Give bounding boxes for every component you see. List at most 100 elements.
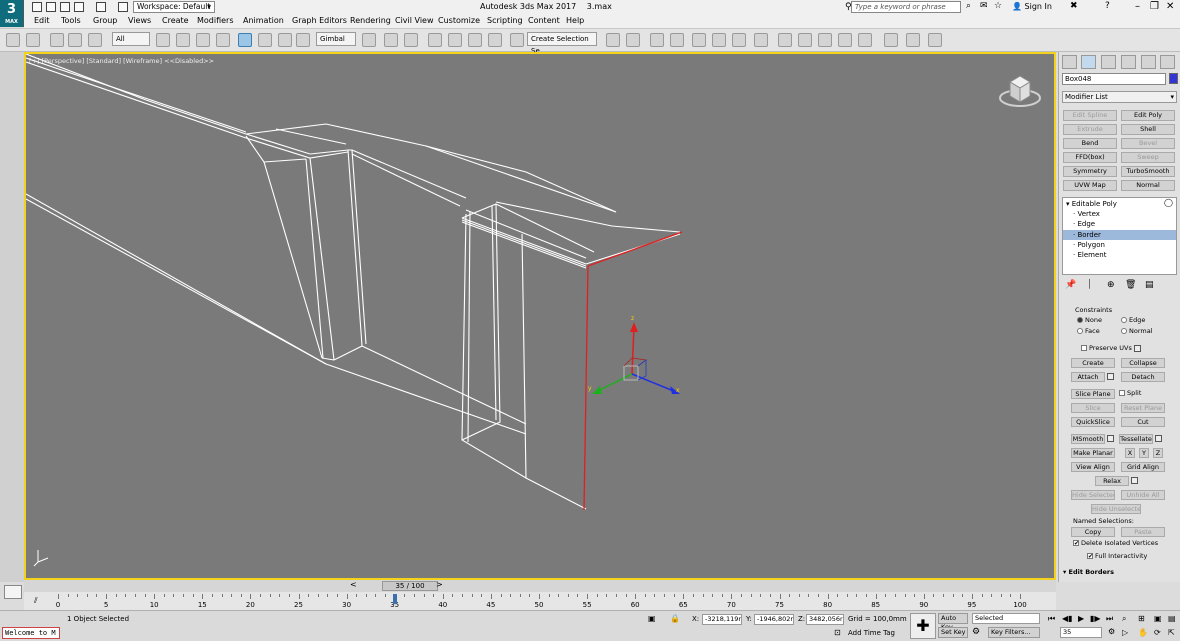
- quickslice-button[interactable]: QuickSlice: [1071, 417, 1115, 427]
- named-selection-dropdown[interactable]: Create Selection Se: [527, 32, 597, 55]
- keyboard-shortcut-icon[interactable]: [404, 33, 418, 47]
- uvw-map-button[interactable]: UVW Map: [1063, 180, 1117, 191]
- exchange-icon[interactable]: ✖: [1070, 1, 1078, 11]
- unhide-all-button[interactable]: Unhide All: [1121, 490, 1165, 500]
- graphite-ribbon-icon[interactable]: [692, 33, 706, 47]
- y-coord-field[interactable]: -1946,802r: [754, 614, 794, 625]
- delete-isolated-checkbox[interactable]: ✔ Delete Isolated Vertices: [1073, 539, 1158, 547]
- render-setup-icon[interactable]: [778, 33, 792, 47]
- view-align-button[interactable]: View Align: [1071, 462, 1115, 472]
- hide-unselected-button[interactable]: Hide Unselected: [1091, 504, 1141, 514]
- object-name-field[interactable]: Box048: [1062, 73, 1166, 85]
- normal-button[interactable]: Normal: [1121, 180, 1175, 191]
- auto-key-button[interactable]: Auto Key: [938, 613, 968, 631]
- planar-z-button[interactable]: Z: [1153, 448, 1163, 458]
- select-object-icon[interactable]: [156, 33, 170, 47]
- time-slider-thumb[interactable]: 35 / 100: [382, 581, 438, 591]
- relax-settings-icon[interactable]: [1131, 477, 1138, 484]
- unlink-icon[interactable]: [68, 33, 82, 47]
- move-gizmo[interactable]: z y x: [588, 315, 680, 394]
- selection-region-icon[interactable]: [196, 33, 210, 47]
- edit-spline-button[interactable]: Edit Spline: [1063, 110, 1117, 121]
- prev-frame-arrow-icon[interactable]: <: [350, 580, 357, 589]
- tessellate-button[interactable]: Tessellate: [1119, 434, 1153, 444]
- menu-tools[interactable]: Tools: [61, 16, 81, 25]
- modifier-list-dropdown[interactable]: Modifier List ▾: [1062, 91, 1177, 103]
- configure-sets-icon[interactable]: ▤: [1145, 280, 1154, 290]
- project-folder-icon[interactable]: [118, 2, 128, 12]
- object-color-swatch[interactable]: [1169, 73, 1178, 84]
- select-by-name-icon[interactable]: [176, 33, 190, 47]
- hide-selected-button[interactable]: Hide Selected: [1071, 490, 1115, 500]
- time-tag-icon[interactable]: ⊡: [834, 628, 841, 637]
- perspective-viewport[interactable]: [+] [Perspective] [Standard] [Wireframe]…: [24, 52, 1056, 580]
- save-icon[interactable]: [60, 2, 70, 12]
- mirror-icon[interactable]: [606, 33, 620, 47]
- key-mode-icon[interactable]: ⚙: [972, 627, 980, 637]
- zoom-icon[interactable]: ⌕: [1122, 614, 1126, 624]
- z-coord-field[interactable]: 3482,056r: [806, 614, 844, 625]
- create-tab-icon[interactable]: [1062, 55, 1077, 69]
- toolbar-extra-2-icon[interactable]: [906, 33, 920, 47]
- align-icon[interactable]: [626, 33, 640, 47]
- goto-start-icon[interactable]: ⏮: [1048, 614, 1055, 624]
- set-key-button[interactable]: Set Key: [938, 627, 968, 638]
- stack-item-border[interactable]: · Border: [1063, 230, 1176, 240]
- sign-in-button[interactable]: 👤 Sign In: [1012, 2, 1052, 11]
- pan-view-icon[interactable]: ✋: [1138, 628, 1148, 637]
- create-button[interactable]: Create: [1071, 358, 1115, 368]
- reference-coord-dropdown[interactable]: Gimbal: [316, 32, 356, 46]
- app-logo[interactable]: 3 MAX: [0, 0, 24, 27]
- isolate-selection-icon[interactable]: ▣: [648, 614, 656, 623]
- pivot-center-icon[interactable]: [362, 33, 376, 47]
- zoom-extents-all-icon[interactable]: ▤: [1168, 614, 1176, 623]
- menu-graph-editors[interactable]: Graph Editors: [292, 16, 347, 25]
- attach-settings-icon[interactable]: [1107, 373, 1114, 380]
- bend-button[interactable]: Bend: [1063, 138, 1117, 149]
- selection-lock-icon[interactable]: 🔒: [670, 614, 680, 623]
- menu-animation[interactable]: Animation: [243, 16, 284, 25]
- undo-icon[interactable]: [6, 33, 20, 47]
- favorites-icon[interactable]: ☆: [994, 1, 1002, 11]
- curve-editor-icon[interactable]: [712, 33, 726, 47]
- menu-modifiers[interactable]: Modifiers: [197, 16, 234, 25]
- modify-tab-icon[interactable]: [1081, 55, 1096, 69]
- layer-explorer-icon[interactable]: [670, 33, 684, 47]
- menu-create[interactable]: Create: [162, 16, 189, 25]
- make-unique-icon[interactable]: ⊕: [1107, 280, 1115, 290]
- planar-y-button[interactable]: Y: [1139, 448, 1149, 458]
- render-iterative-icon[interactable]: [838, 33, 852, 47]
- copy-button[interactable]: Copy: [1071, 527, 1115, 537]
- pin-stack-icon[interactable]: 📌: [1065, 280, 1076, 290]
- constraint-normal-radio[interactable]: Normal: [1121, 327, 1153, 335]
- symmetry-button[interactable]: Symmetry: [1063, 166, 1117, 177]
- current-frame-marker[interactable]: [392, 594, 397, 604]
- slice-button[interactable]: Slice: [1071, 403, 1115, 413]
- search-input[interactable]: Type a keyword or phrase: [851, 1, 961, 13]
- angle-snap-icon[interactable]: [448, 33, 462, 47]
- play-icon[interactable]: ▶: [1078, 614, 1084, 623]
- turbosmooth-button[interactable]: TurboSmooth: [1121, 166, 1175, 177]
- viewcube[interactable]: [999, 75, 1041, 107]
- paste-button[interactable]: Paste: [1121, 527, 1165, 537]
- search-icon[interactable]: ⌕: [966, 1, 971, 11]
- open-file-icon[interactable]: [46, 2, 56, 12]
- bind-space-warp-icon[interactable]: [88, 33, 102, 47]
- display-tab-icon[interactable]: [1141, 55, 1156, 69]
- full-interactivity-checkbox[interactable]: ✔ Full Interactivity: [1087, 552, 1147, 560]
- next-frame-arrow-icon[interactable]: >: [436, 580, 443, 589]
- ffd-box-button[interactable]: FFD(box): [1063, 152, 1117, 163]
- select-manipulate-icon[interactable]: [384, 33, 398, 47]
- rendered-frame-icon[interactable]: [798, 33, 812, 47]
- msmooth-settings-icon[interactable]: [1107, 435, 1114, 442]
- msmooth-button[interactable]: MSmooth: [1071, 434, 1105, 444]
- menu-customize[interactable]: Customize: [438, 16, 480, 25]
- utilities-tab-icon[interactable]: [1160, 55, 1175, 69]
- select-rotate-icon[interactable]: [258, 33, 272, 47]
- prev-key-icon[interactable]: ◀▮: [1062, 614, 1073, 623]
- schematic-view-icon[interactable]: [732, 33, 746, 47]
- track-bar[interactable]: ⫽ 0 5 10 15 20 25 30 35 40 45 50 55 60 65 70 75 80 85 90 95…: [24, 592, 1056, 610]
- workspace-dropdown[interactable]: Workspace: Default ▾: [133, 1, 215, 13]
- detach-button[interactable]: Detach: [1121, 372, 1165, 382]
- material-editor-icon[interactable]: [754, 33, 768, 47]
